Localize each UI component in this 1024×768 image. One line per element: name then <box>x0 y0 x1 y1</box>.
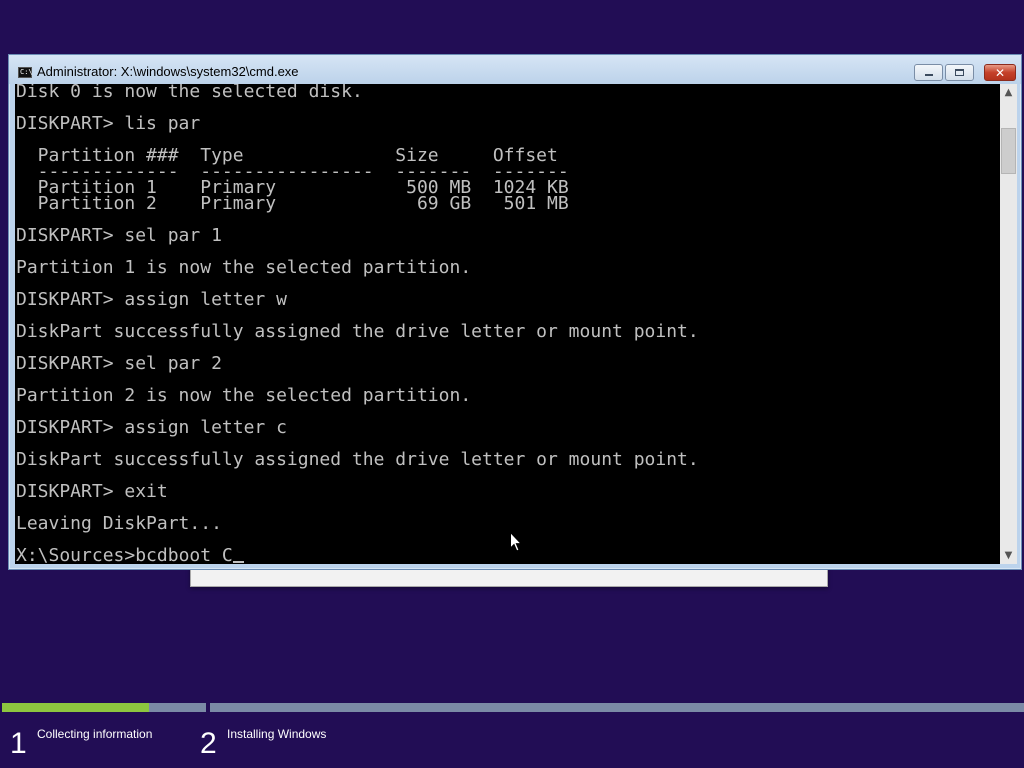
scroll-thumb[interactable] <box>1001 128 1016 174</box>
console-line: Partition 2 Primary 69 GB 501 MB <box>16 193 569 214</box>
text-cursor <box>232 561 244 563</box>
terminal-text: Disk 0 is now the selected disk. DISKPART… <box>15 84 1000 564</box>
step-2-label: Installing Windows <box>227 727 327 741</box>
scroll-down-arrow-icon[interactable]: ▼ <box>1000 547 1017 564</box>
console-input[interactable]: bcdboot C <box>135 545 233 565</box>
step-1-progress <box>2 703 206 712</box>
step-2-progress <box>210 703 1024 712</box>
console-prompt-line[interactable]: X:\Sources>bcdboot C <box>16 545 1000 565</box>
step-2-number: 2 <box>200 727 217 760</box>
console-output[interactable]: Disk 0 is now the selected disk. DISKPART… <box>15 84 1000 564</box>
minimize-icon <box>924 74 933 76</box>
console-line: DISKPART> sel par 1 <box>16 225 222 246</box>
console-line: DISKPART> assign letter w <box>16 289 287 310</box>
minimize-button[interactable] <box>914 64 943 81</box>
step-1-label: Collecting information <box>37 727 153 741</box>
mouse-pointer-icon <box>510 532 522 552</box>
cmd-icon[interactable]: C:\ <box>18 67 33 78</box>
close-icon: ✕ <box>994 65 1006 80</box>
console-line: DISKPART> exit <box>16 481 168 502</box>
console-line: DISKPART> assign letter c <box>16 417 287 438</box>
step-1-progress-fill <box>2 703 149 712</box>
console-line: Partition 2 is now the selected partitio… <box>16 385 472 406</box>
scroll-up-arrow-icon[interactable]: ▲ <box>1000 84 1017 101</box>
window-title: Administrator: X:\windows\system32\cmd.e… <box>37 64 299 79</box>
console-line: DiskPart successfully assigned the drive… <box>16 449 699 470</box>
setup-progress-bar <box>0 703 1024 712</box>
command-prompt-window[interactable]: C:\ Administrator: X:\windows\system32\c… <box>8 54 1022 570</box>
console-line: DISKPART> lis par <box>16 113 201 134</box>
console-line: DISKPART> sel par 2 <box>16 353 222 374</box>
console-line: Leaving DiskPart... <box>16 513 222 534</box>
console-line: Partition 1 is now the selected partitio… <box>16 257 472 278</box>
close-button[interactable]: ✕ <box>984 64 1016 81</box>
maximize-icon <box>955 69 964 76</box>
maximize-button[interactable] <box>945 64 974 81</box>
console-line: DiskPart successfully assigned the drive… <box>16 321 699 342</box>
title-bar[interactable]: C:\ Administrator: X:\windows\system32\c… <box>9 55 1021 84</box>
console-prompt: X:\Sources> <box>16 545 136 565</box>
vertical-scrollbar[interactable]: ▲ ▼ <box>1000 84 1017 564</box>
console-line: Disk 0 is now the selected disk. <box>16 84 363 102</box>
step-1-number: 1 <box>10 727 27 760</box>
